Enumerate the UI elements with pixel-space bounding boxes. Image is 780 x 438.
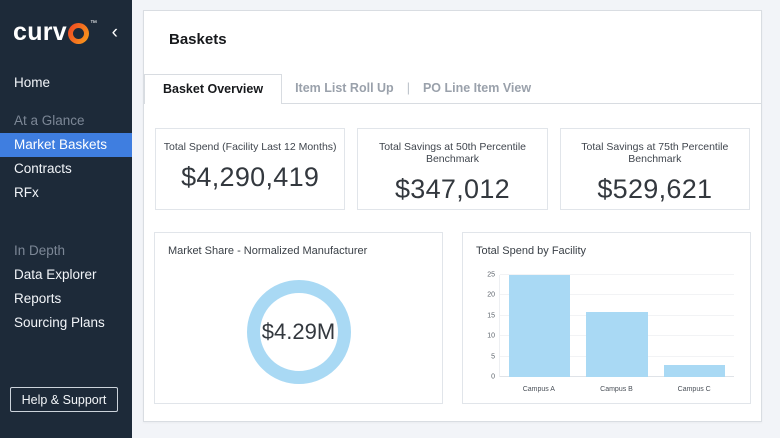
x-axis-label: Campus A bbox=[522, 386, 555, 393]
donut-center-value: $4.29M bbox=[261, 319, 336, 344]
trademark-symbol: ™ bbox=[90, 20, 98, 27]
sidebar-item-sourcing-plans[interactable]: Sourcing Plans bbox=[0, 311, 132, 335]
sidebar-item-market-baskets[interactable]: Market Baskets bbox=[0, 133, 132, 157]
kpi-card-savings-75th: Total Savings at 75th Percentile Benchma… bbox=[559, 128, 750, 210]
chart-row: Market Share - Normalized Manufacturer $… bbox=[144, 232, 761, 404]
sidebar-item-rfx[interactable]: RFx bbox=[0, 181, 132, 205]
kpi-card-savings-50th: Total Savings at 50th Percentile Benchma… bbox=[357, 128, 548, 210]
kpi-label: Total Spend (Facility Last 12 Months) bbox=[163, 141, 337, 153]
bar-campus-b[interactable] bbox=[586, 311, 648, 377]
sidebar: curv ™ ‹ Home At a Glance Market Baskets… bbox=[0, 0, 132, 438]
kpi-value: $529,621 bbox=[597, 174, 713, 204]
bars-container bbox=[500, 275, 734, 377]
y-tick-label: 20 bbox=[487, 291, 495, 299]
tab-item-list-roll-up[interactable]: Item List Roll Up bbox=[282, 74, 407, 103]
y-tick-label: 5 bbox=[491, 353, 495, 361]
bar-plot: 0 5 10 15 20 25 bbox=[487, 272, 734, 381]
sidebar-section-in-depth: In Depth bbox=[14, 243, 66, 258]
kpi-row: Total Spend (Facility Last 12 Months) $4… bbox=[144, 128, 761, 210]
chart-title: Market Share - Normalized Manufacturer bbox=[168, 245, 368, 257]
sidebar-section-at-a-glance: At a Glance bbox=[14, 113, 85, 128]
main-content-sheet: Baskets Basket Overview Item List Roll U… bbox=[143, 10, 762, 422]
sidebar-nav: Home At a Glance Market Baskets Contract… bbox=[0, 71, 132, 335]
donut-ring[interactable]: $4.29M bbox=[246, 280, 351, 384]
chart-title: Total Spend by Facility bbox=[476, 245, 587, 257]
total-spend-chart-card: Total Spend by Facility 0 5 10 15 20 25 Campu… bbox=[462, 232, 751, 404]
kpi-value: $347,012 bbox=[394, 174, 510, 204]
sidebar-item-contracts[interactable]: Contracts bbox=[0, 157, 132, 181]
sidebar-collapse-icon[interactable]: ‹ bbox=[110, 23, 120, 42]
sidebar-item-data-explorer[interactable]: Data Explorer bbox=[0, 263, 132, 287]
sidebar-item-reports[interactable]: Reports bbox=[0, 287, 132, 311]
logo-row: curv ™ ‹ bbox=[0, 0, 132, 45]
sidebar-item-home[interactable]: Home bbox=[0, 71, 132, 95]
x-axis-label: Campus B bbox=[600, 386, 633, 393]
bar-campus-a[interactable] bbox=[509, 275, 571, 377]
bar-campus-c[interactable] bbox=[663, 364, 725, 377]
bar-xlabels: Campus A Campus B Campus C bbox=[499, 386, 734, 393]
x-axis-label: Campus C bbox=[677, 386, 711, 393]
logo-text: curv bbox=[13, 18, 68, 46]
kpi-value: $4,290,419 bbox=[181, 162, 320, 192]
market-share-chart-card: Market Share - Normalized Manufacturer $… bbox=[154, 232, 443, 404]
kpi-card-total-spend: Total Spend (Facility Last 12 Months) $4… bbox=[155, 128, 346, 210]
kpi-label: Total Savings at 75th Percentile Benchma… bbox=[581, 141, 729, 165]
app-screen: curv ™ ‹ Home At a Glance Market Baskets… bbox=[0, 0, 780, 438]
logo-o-ring-icon bbox=[68, 23, 89, 44]
help-support-button[interactable]: Help & Support bbox=[10, 387, 118, 412]
y-tick-label: 10 bbox=[487, 332, 495, 340]
tab-basket-overview[interactable]: Basket Overview bbox=[144, 74, 283, 104]
kpi-label: Total Savings at 50th Percentile Benchma… bbox=[378, 141, 527, 165]
tab-po-line-item-view[interactable]: PO Line Item View bbox=[410, 74, 544, 103]
tab-bar: Basket Overview Item List Roll Up | PO L… bbox=[144, 74, 761, 104]
page-title: Baskets bbox=[169, 31, 227, 48]
curvo-logo: curv ™ bbox=[13, 20, 97, 45]
y-tick-label: 15 bbox=[487, 312, 495, 320]
y-tick-label: 0 bbox=[491, 373, 495, 381]
donut-chart: $4.29M bbox=[155, 267, 442, 397]
y-tick-label: 25 bbox=[487, 271, 495, 279]
